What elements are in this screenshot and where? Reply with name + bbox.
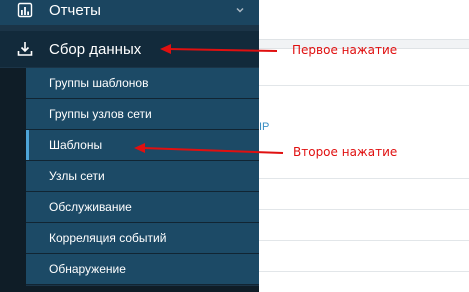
submenu-item-label: Группы шаблонов	[49, 76, 149, 90]
partial-link[interactable]: IP	[259, 121, 269, 133]
sidebar: Отчеты Сбор данных Группы шаблонов Групп…	[0, 0, 259, 292]
download-icon	[17, 42, 33, 56]
sidebar-item-label: Отчеты	[49, 1, 101, 19]
submenu-item-maintenance[interactable]: Обслуживание	[26, 192, 259, 223]
submenu-item-label: Группы узлов сети	[49, 107, 152, 121]
sidebar-item-label: Сбор данных	[49, 40, 142, 58]
sidebar-bottom-band	[0, 286, 259, 292]
bar-chart-icon	[17, 2, 33, 18]
submenu-item-template-groups[interactable]: Группы шаблонов	[26, 68, 259, 99]
sidebar-item-reports[interactable]: Отчеты	[0, 0, 259, 28]
submenu-item-host-groups[interactable]: Группы узлов сети	[26, 99, 259, 130]
submenu: Группы шаблонов Группы узлов сети Шаблон…	[0, 68, 259, 292]
submenu-item-templates[interactable]: Шаблоны	[26, 130, 259, 161]
chevron-down-icon	[236, 7, 244, 13]
submenu-item-event-correlation[interactable]: Корреляция событий	[26, 223, 259, 254]
submenu-strip	[0, 68, 26, 292]
submenu-list: Группы шаблонов Группы узлов сети Шаблон…	[26, 68, 259, 285]
submenu-item-label: Шаблоны	[49, 138, 103, 152]
annotation-first-click: Первое нажатие	[292, 43, 398, 57]
sidebar-item-data-collection[interactable]: Сбор данных	[0, 31, 259, 67]
submenu-item-label: Корреляция событий	[49, 231, 167, 245]
submenu-item-label: Обнаружение	[49, 262, 126, 276]
row-divider	[259, 271, 469, 272]
row-divider	[259, 240, 469, 241]
row-divider	[259, 85, 469, 86]
submenu-item-discovery[interactable]: Обнаружение	[26, 254, 259, 285]
submenu-item-hosts[interactable]: Узлы сети	[26, 161, 259, 192]
submenu-item-label: Узлы сети	[49, 169, 105, 183]
annotation-second-click: Второе нажатие	[293, 145, 398, 159]
row-divider	[259, 178, 469, 179]
row-divider	[259, 209, 469, 210]
submenu-item-label: Обслуживание	[49, 200, 132, 214]
